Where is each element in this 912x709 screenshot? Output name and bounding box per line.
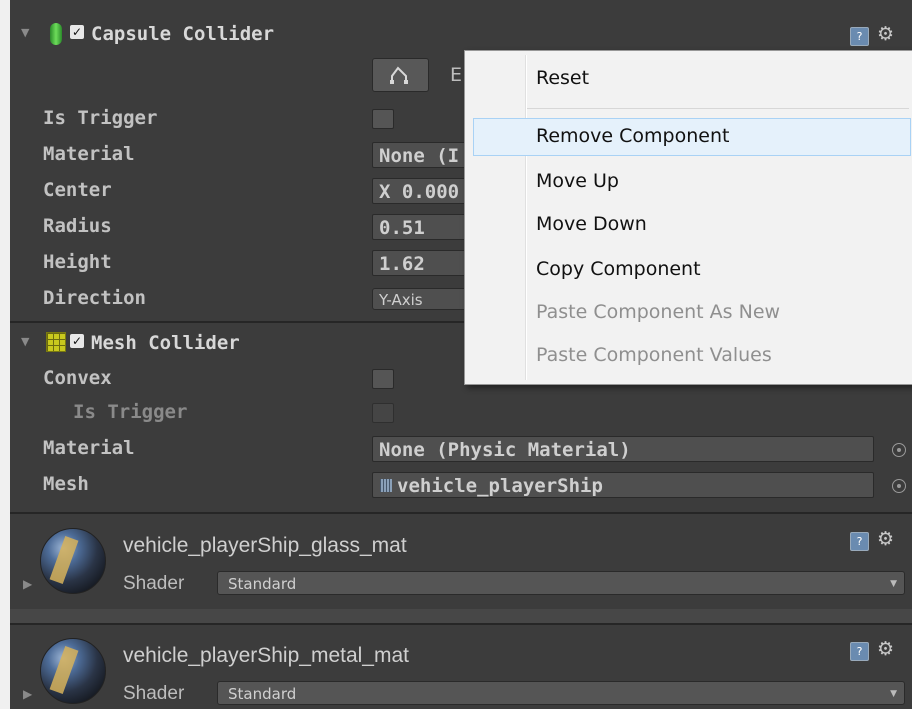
material-name: vehicle_playerShip_glass_mat [123,534,407,557]
component-title: Mesh Collider [91,332,240,354]
object-picker-icon[interactable] [892,443,906,457]
mesh-asset-icon [380,479,392,492]
component-title: Capsule Collider [91,23,275,45]
help-icon[interactable]: ? [850,642,869,661]
material-label: Material [43,143,135,165]
material-preview-icon [40,638,106,704]
direction-dropdown[interactable]: Y-Axis [372,288,472,310]
mesh-collider-icon [46,332,66,352]
help-icon[interactable]: ? [850,27,869,46]
menu-separator [527,108,909,109]
edit-collider-button[interactable] [372,58,429,92]
foldout-arrow-icon[interactable]: ▶ [23,577,32,591]
menu-item-copy-component[interactable]: Copy Component [536,258,701,280]
shader-label: Shader [123,683,185,704]
component-context-menu: Reset Remove Component Move Up Move Down… [464,50,912,385]
center-x-field[interactable]: X 0.000 [372,178,472,204]
menu-item-paste-values: Paste Component Values [536,344,772,366]
radius-label: Radius [43,215,112,237]
is-trigger-checkbox[interactable] [372,109,394,129]
mesh-is-trigger-checkbox [372,403,394,423]
menu-item-move-up[interactable]: Move Up [536,170,619,192]
capsule-enabled-checkbox[interactable]: ✓ [70,25,84,39]
material-section: ▶ vehicle_playerShip_glass_mat ? ⚙ Shade… [10,515,912,609]
capsule-collider-icon [50,23,62,45]
shader-value: Standard [228,575,297,593]
help-icon[interactable]: ? [850,532,869,551]
gear-icon[interactable]: ⚙ [877,638,894,660]
component-divider [10,512,912,514]
edit-collider-icon [390,66,408,84]
mesh-material-label: Material [43,437,135,459]
direction-label: Direction [43,287,146,309]
foldout-arrow-icon[interactable]: ▼ [21,26,29,39]
edit-collider-label: E [450,64,463,86]
menu-icon-gutter [525,55,527,380]
foldout-arrow-icon[interactable]: ▼ [21,335,29,348]
menu-item-move-down[interactable]: Move Down [536,213,647,235]
material-preview-icon [40,528,106,594]
material-section: ▶ vehicle_playerShip_metal_mat ? ⚙ Shade… [10,625,912,709]
mesh-label: Mesh [43,473,89,495]
mesh-material-field[interactable]: None (Physic Material) [372,436,874,462]
menu-item-paste-as-new: Paste Component As New [536,301,781,323]
gear-icon[interactable]: ⚙ [877,23,894,45]
material-field[interactable]: None (I [372,142,472,168]
shader-dropdown[interactable]: Standard ▼ [217,681,905,705]
shader-label: Shader [123,573,185,594]
is-trigger-label: Is Trigger [43,107,158,129]
center-label: Center [43,179,112,201]
height-field[interactable]: 1.62 [372,250,472,276]
convex-checkbox[interactable] [372,369,394,389]
mesh-field[interactable]: vehicle_playerShip [372,472,874,498]
capsule-collider-header[interactable]: ▼ ✓ Capsule Collider ? ⚙ [10,18,912,52]
foldout-arrow-icon[interactable]: ▶ [23,687,32,701]
shader-dropdown[interactable]: Standard ▼ [217,571,905,595]
radius-field[interactable]: 0.51 [372,214,472,240]
mesh-is-trigger-label: Is Trigger [73,401,188,423]
menu-item-reset[interactable]: Reset [536,67,589,89]
height-label: Height [43,251,112,273]
section-spacer [10,609,912,623]
mesh-enabled-checkbox[interactable]: ✓ [70,334,84,348]
chevron-down-icon: ▼ [890,579,897,589]
material-name: vehicle_playerShip_metal_mat [123,644,409,667]
menu-item-remove-component[interactable]: Remove Component [536,125,729,147]
gear-icon[interactable]: ⚙ [877,528,894,550]
chevron-down-icon: ▼ [890,689,897,699]
mesh-field-value: vehicle_playerShip [397,475,603,497]
object-picker-icon[interactable] [892,479,906,493]
convex-label: Convex [43,367,112,389]
shader-value: Standard [228,685,297,703]
